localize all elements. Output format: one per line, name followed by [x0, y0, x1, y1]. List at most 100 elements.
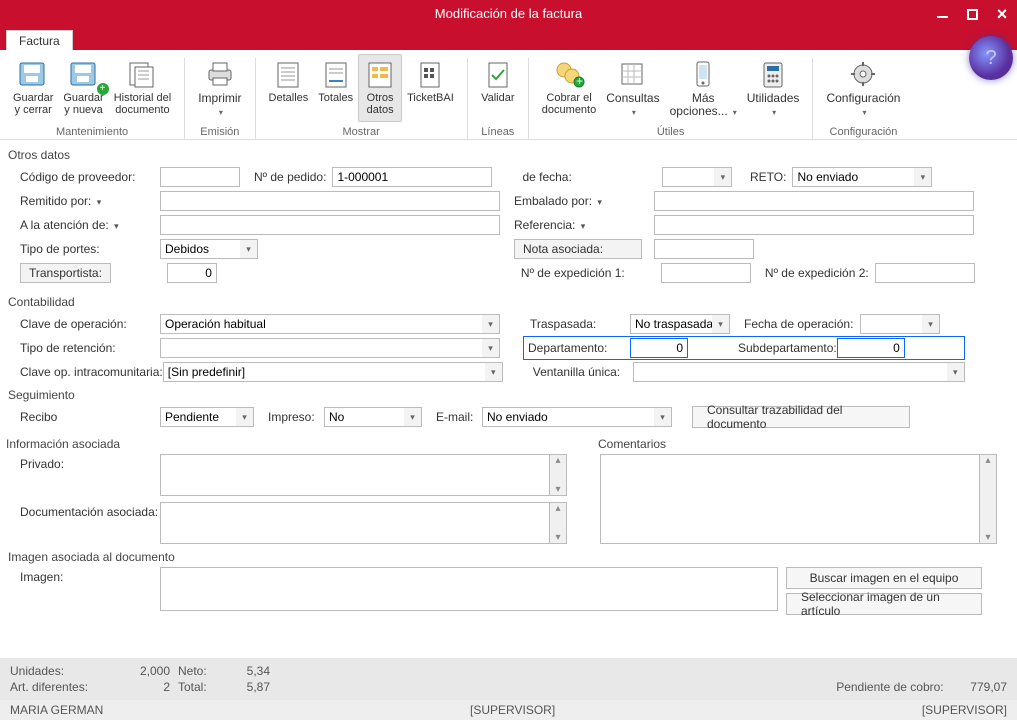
help-orb-icon[interactable]: ? [969, 36, 1013, 80]
button-seleccionar-imagen[interactable]: Seleccionar imagen de un artículo [786, 593, 982, 615]
otros-datos-button[interactable]: Otros datos [358, 54, 402, 122]
historial-documento-button[interactable]: Historial del documento [109, 54, 176, 122]
input-reto[interactable] [792, 167, 932, 187]
label-atencion[interactable]: A la atención de: [10, 218, 160, 232]
dropdown-tipo-portes[interactable]: ▾ [240, 239, 258, 259]
input-codigo-proveedor[interactable] [160, 167, 240, 187]
label-embalado[interactable]: Embalado por: [514, 194, 654, 208]
dropdown-impreso[interactable]: ▾ [404, 407, 422, 427]
dropdown-ventanilla[interactable]: ▾ [947, 362, 965, 382]
gear-icon [846, 57, 880, 91]
input-nota-asociada[interactable] [654, 239, 754, 259]
value-pendiente: 779,07 [970, 680, 1007, 694]
value-unidades: 2,000 [130, 664, 170, 678]
input-transportista[interactable] [167, 263, 217, 283]
configuracion-button[interactable]: Configuración [821, 54, 905, 122]
group-label-mostrar: Mostrar [264, 124, 459, 139]
section-otros-datos: Otros datos [8, 148, 1007, 162]
minimize-button[interactable] [927, 0, 957, 28]
label-email: E-mail: [422, 410, 482, 424]
label-departamento: Departamento: [528, 341, 630, 355]
totals-icon [319, 57, 353, 91]
textarea-privado[interactable] [160, 454, 550, 496]
label-pendiente: Pendiente de cobro: [836, 680, 943, 694]
label-remitido[interactable]: Remitido por: [10, 194, 160, 208]
input-embalado[interactable] [654, 191, 974, 211]
close-button[interactable]: × [987, 0, 1017, 28]
printer-icon [203, 57, 237, 91]
totales-button[interactable]: Totales [313, 54, 358, 122]
scrollbar-comentarios[interactable]: ▴▾ [980, 454, 997, 544]
dropdown-clave-op[interactable]: ▾ [482, 314, 500, 334]
dropdown-recibo[interactable]: ▾ [236, 407, 254, 427]
queries-icon [616, 57, 650, 91]
section-comentarios: Comentarios [598, 437, 1007, 451]
textarea-doc-asociada[interactable] [160, 502, 550, 544]
label-de-fecha: de fecha: [522, 170, 662, 184]
button-trazabilidad[interactable]: Consultar trazabilidad del documento [692, 406, 910, 428]
label-codigo-proveedor: Código de proveedor: [10, 170, 160, 184]
tab-factura[interactable]: Factura [6, 30, 73, 50]
dropdown-email[interactable]: ▾ [654, 407, 672, 427]
input-departamento[interactable] [630, 338, 688, 358]
input-expedicion2[interactable] [875, 263, 975, 283]
titlebar: Modificación de la factura × [0, 0, 1017, 28]
section-contabilidad: Contabilidad [8, 295, 1007, 309]
input-clave-operacion[interactable] [160, 314, 500, 334]
status-role-2: [SUPERVISOR] [922, 703, 1007, 717]
detalles-button[interactable]: Detalles [264, 54, 314, 122]
history-icon [125, 57, 159, 91]
ticketbai-icon [413, 57, 447, 91]
button-nota-asociada[interactable]: Nota asociada: [514, 239, 642, 259]
save-close-icon [16, 57, 50, 91]
document-tab-strip: Factura [0, 28, 1017, 50]
button-buscar-imagen[interactable]: Buscar imagen en el equipo [786, 567, 982, 589]
input-clave-intracom[interactable] [163, 362, 503, 382]
scrollbar-doc-asociada[interactable]: ▴▾ [550, 502, 567, 544]
textarea-imagen[interactable] [160, 567, 778, 611]
textarea-comentarios[interactable] [600, 454, 980, 544]
input-atencion[interactable] [160, 215, 500, 235]
group-label-mantenimiento: Mantenimiento [8, 124, 176, 139]
svg-text:+: + [576, 74, 583, 88]
summary-bar: Unidades: Art. diferentes: 2,000 2 Neto:… [0, 658, 1017, 700]
cobrar-documento-button[interactable]: + Cobrar el documento [537, 54, 601, 122]
dropdown-fecha-op[interactable]: ▾ [922, 314, 940, 334]
label-pedido: Nº de pedido: [240, 170, 332, 184]
dropdown-traspasada[interactable]: ▾ [712, 314, 730, 334]
window-title: Modificación de la factura [435, 0, 582, 28]
scrollbar-privado[interactable]: ▴▾ [550, 454, 567, 496]
dropdown-reto[interactable]: ▾ [914, 167, 932, 187]
input-pedido[interactable] [332, 167, 492, 187]
imprimir-button[interactable]: Imprimir [193, 54, 246, 122]
ticketbai-button[interactable]: TicketBAI [402, 54, 459, 122]
input-subdepartamento[interactable] [837, 338, 905, 358]
utilidades-button[interactable]: Utilidades [742, 54, 805, 122]
input-expedicion1[interactable] [661, 263, 751, 283]
dropdown-clave-intra[interactable]: ▾ [485, 362, 503, 382]
maximize-button[interactable] [957, 0, 987, 28]
value-art-diferentes: 2 [130, 680, 170, 694]
label-referencia[interactable]: Referencia: [514, 218, 654, 232]
label-tipo-portes: Tipo de portes: [10, 242, 160, 256]
mas-opciones-button[interactable]: Más opciones... [665, 54, 742, 122]
input-tipo-retencion[interactable] [160, 338, 500, 358]
mobile-icon [686, 57, 720, 91]
consultas-button[interactable]: Consultas [601, 54, 664, 122]
input-ventanilla[interactable] [633, 362, 965, 382]
dropdown-de-fecha[interactable]: ▾ [714, 167, 732, 187]
group-label-lineas: Líneas [476, 124, 520, 139]
input-remitido[interactable] [160, 191, 500, 211]
value-total: 5,87 [220, 680, 270, 694]
validar-button[interactable]: Validar [476, 54, 520, 122]
button-transportista[interactable]: Transportista: [20, 263, 111, 283]
label-clave-operacion: Clave de operación: [10, 317, 160, 331]
guardar-nueva-button[interactable]: + Guardar y nueva [58, 54, 108, 122]
status-bar: MARIA GERMAN [SUPERVISOR] [SUPERVISOR] [0, 700, 1017, 720]
input-referencia[interactable] [654, 215, 974, 235]
dropdown-tipo-ret[interactable]: ▾ [482, 338, 500, 358]
guardar-cerrar-button[interactable]: Guardar y cerrar [8, 54, 58, 122]
label-ventanilla: Ventanilla única: [533, 365, 633, 379]
input-email[interactable] [482, 407, 672, 427]
label-recibo: Recibo [10, 410, 160, 424]
